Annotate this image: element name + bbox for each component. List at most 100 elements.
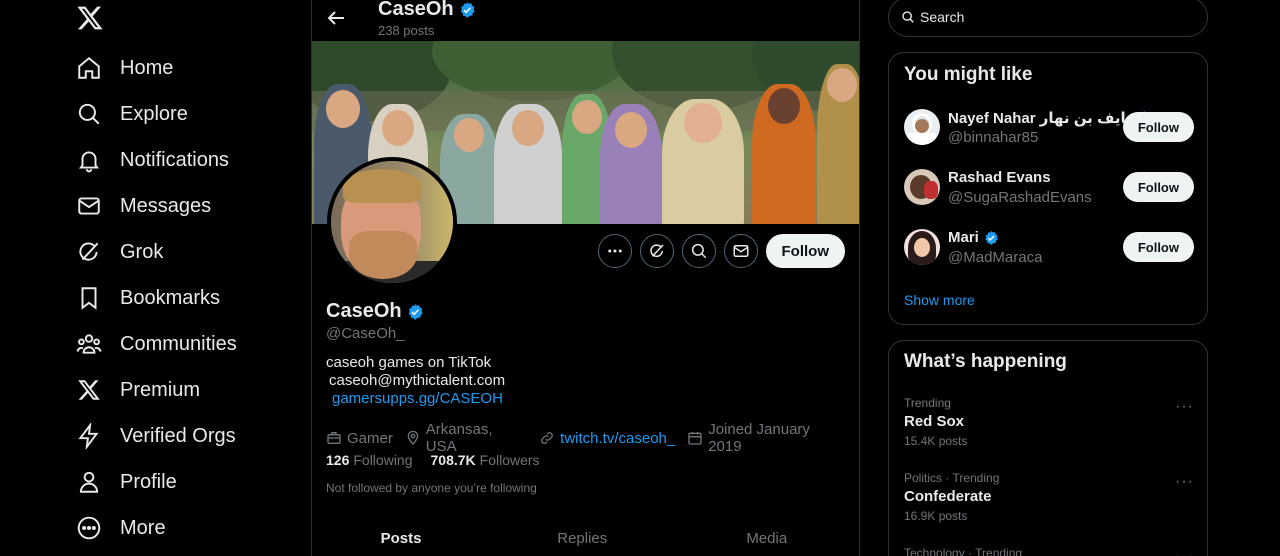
- bell-icon: [76, 147, 102, 173]
- nav-bookmarks[interactable]: Bookmarks: [76, 276, 220, 320]
- website-link[interactable]: twitch.tv/caseoh_: [560, 430, 675, 447]
- nav-communities[interactable]: Communities: [76, 322, 237, 366]
- show-more-link[interactable]: Show more: [904, 292, 975, 308]
- profile-actions: Follow: [597, 234, 845, 268]
- profile-handle: @CaseOh_: [326, 325, 405, 342]
- following-label: Following: [353, 452, 413, 468]
- follow-button[interactable]: Follow: [765, 234, 845, 268]
- trending-title: What’s happening: [904, 351, 1067, 372]
- message-button[interactable]: [723, 234, 758, 268]
- header-title: CaseOh: [378, 0, 476, 21]
- suggested-user-name: Nayef Nahar نايف بن نهار: [948, 110, 1132, 127]
- more-options-button[interactable]: [597, 234, 632, 268]
- avatar[interactable]: [904, 169, 940, 205]
- avatar[interactable]: [904, 229, 940, 265]
- nav-explore[interactable]: Explore: [76, 92, 188, 136]
- more-circle-icon: [76, 515, 102, 541]
- location-pin-icon: [407, 430, 419, 445]
- profile-tabs: Posts Replies Media: [312, 518, 859, 556]
- suggested-user-handle: @SugaRashadEvans: [948, 189, 1092, 206]
- trend-item[interactable]: Technology · Trending ···: [904, 546, 1194, 556]
- following-count-link[interactable]: 126 Following: [326, 452, 413, 468]
- suggested-user-name-row: Mari: [948, 229, 999, 246]
- suggested-user-handle: @binnahar85: [948, 129, 1039, 146]
- follow-counts: 126 Following 708.7K Followers: [326, 452, 558, 468]
- grok-icon: [76, 239, 102, 265]
- search-profile-button[interactable]: [681, 234, 716, 268]
- search-icon: [76, 101, 102, 127]
- suggested-user[interactable]: Nayef Nahar نايف بن نهار @binnahar85 Fol…: [904, 109, 1194, 149]
- search-box[interactable]: [888, 0, 1208, 37]
- bookmark-icon: [76, 285, 102, 311]
- suggested-user-handle: @MadMaraca: [948, 249, 1043, 266]
- trend-topic: Red Sox: [904, 413, 965, 430]
- trend-more-icon[interactable]: ···: [1175, 548, 1194, 556]
- bio-line: caseoh games on TikTok: [326, 354, 492, 371]
- following-count: 126: [326, 452, 350, 468]
- lightning-icon: [76, 423, 102, 449]
- grok-button[interactable]: [639, 234, 674, 268]
- nav-label: Profile: [120, 470, 177, 493]
- avatar[interactable]: [904, 109, 940, 145]
- calendar-icon: [688, 432, 702, 445]
- suggested-user-name: Rashad Evans: [948, 169, 1051, 186]
- nav-label: Bookmarks: [120, 286, 221, 309]
- sidebar-nav: Home Explore Notifications Messages Grok…: [62, 0, 311, 556]
- nav-label: Explore: [120, 102, 188, 125]
- trend-item[interactable]: Trending Red Sox 15.4K posts ···: [904, 396, 1194, 448]
- nav-label: Verified Orgs: [120, 424, 236, 447]
- profile-avatar[interactable]: [327, 157, 457, 287]
- nav-label: Premium: [120, 378, 201, 401]
- x-logo-icon[interactable]: [76, 4, 104, 32]
- trend-more-icon[interactable]: ···: [1175, 398, 1194, 416]
- nav-messages[interactable]: Messages: [76, 184, 211, 228]
- envelope-icon: [76, 193, 102, 219]
- nav-grok[interactable]: Grok: [76, 230, 163, 274]
- verified-badge-icon: [408, 303, 423, 320]
- trend-context: Technology · Trending: [904, 546, 1023, 556]
- follow-button[interactable]: Follow: [1122, 232, 1194, 262]
- not-followed-note: Not followed by anyone you’re following: [326, 481, 537, 495]
- nav-notifications[interactable]: Notifications: [76, 138, 229, 182]
- trend-more-icon[interactable]: ···: [1175, 473, 1194, 491]
- tab-replies[interactable]: Replies: [490, 518, 675, 556]
- search-input[interactable]: [920, 9, 1180, 25]
- nav-verified-orgs[interactable]: Verified Orgs: [76, 414, 236, 458]
- nav-profile[interactable]: Profile: [76, 460, 177, 504]
- follow-button[interactable]: Follow: [1122, 112, 1194, 142]
- follow-button[interactable]: Follow: [1122, 172, 1194, 202]
- website-item[interactable]: twitch.tv/caseoh_: [539, 430, 675, 447]
- nav-more[interactable]: More: [76, 506, 166, 550]
- nav-premium[interactable]: Premium: [76, 368, 200, 412]
- home-icon: [76, 55, 102, 81]
- trend-topic: Confederate: [904, 488, 992, 505]
- category-label: Gamer: [347, 429, 393, 447]
- verified-badge-icon: [460, 1, 475, 18]
- joined-item: Joined January 2019: [687, 421, 847, 455]
- tab-posts[interactable]: Posts: [312, 518, 490, 556]
- followers-count-link[interactable]: 708.7K Followers: [431, 452, 540, 468]
- trending-card: What’s happening Trending Red Sox 15.4K …: [888, 340, 1208, 556]
- suggested-user[interactable]: Mari @MadMaraca Follow: [904, 229, 1194, 269]
- nav-home[interactable]: Home: [76, 46, 173, 90]
- bio-email: caseoh@mythictalent.com: [329, 372, 506, 389]
- verified-badge-icon: [985, 230, 998, 245]
- trend-context: Trending: [904, 396, 951, 410]
- search-icon: [902, 11, 914, 23]
- header-name: CaseOh: [378, 0, 454, 20]
- joined-label: Joined January 2019: [708, 421, 810, 455]
- suggested-user[interactable]: Rashad Evans @SugaRashadEvans Follow: [904, 169, 1194, 209]
- profile-column: CaseOh 238 posts Follow CaseOh @CaseOh_ …: [312, 0, 859, 556]
- bio-link[interactable]: gamersupps.gg/CASEOH: [326, 390, 505, 408]
- grok-icon: [649, 244, 664, 258]
- followers-label: Followers: [479, 452, 540, 468]
- location-item: Arkansas, USA: [405, 421, 527, 455]
- tab-media[interactable]: Media: [675, 518, 860, 556]
- profile-meta: Gamer Arkansas, USA twitch.tv/caseoh_ Jo…: [326, 421, 859, 455]
- suggested-user-name-row: Rashad Evans: [948, 169, 1051, 186]
- suggested-user-name-row: Nayef Nahar نايف بن نهار: [948, 109, 1152, 127]
- briefcase-icon: [327, 432, 341, 444]
- trend-item[interactable]: Politics · Trending Confederate 16.9K po…: [904, 471, 1194, 523]
- back-arrow-icon[interactable]: [324, 6, 348, 30]
- main-right-border: [859, 0, 860, 556]
